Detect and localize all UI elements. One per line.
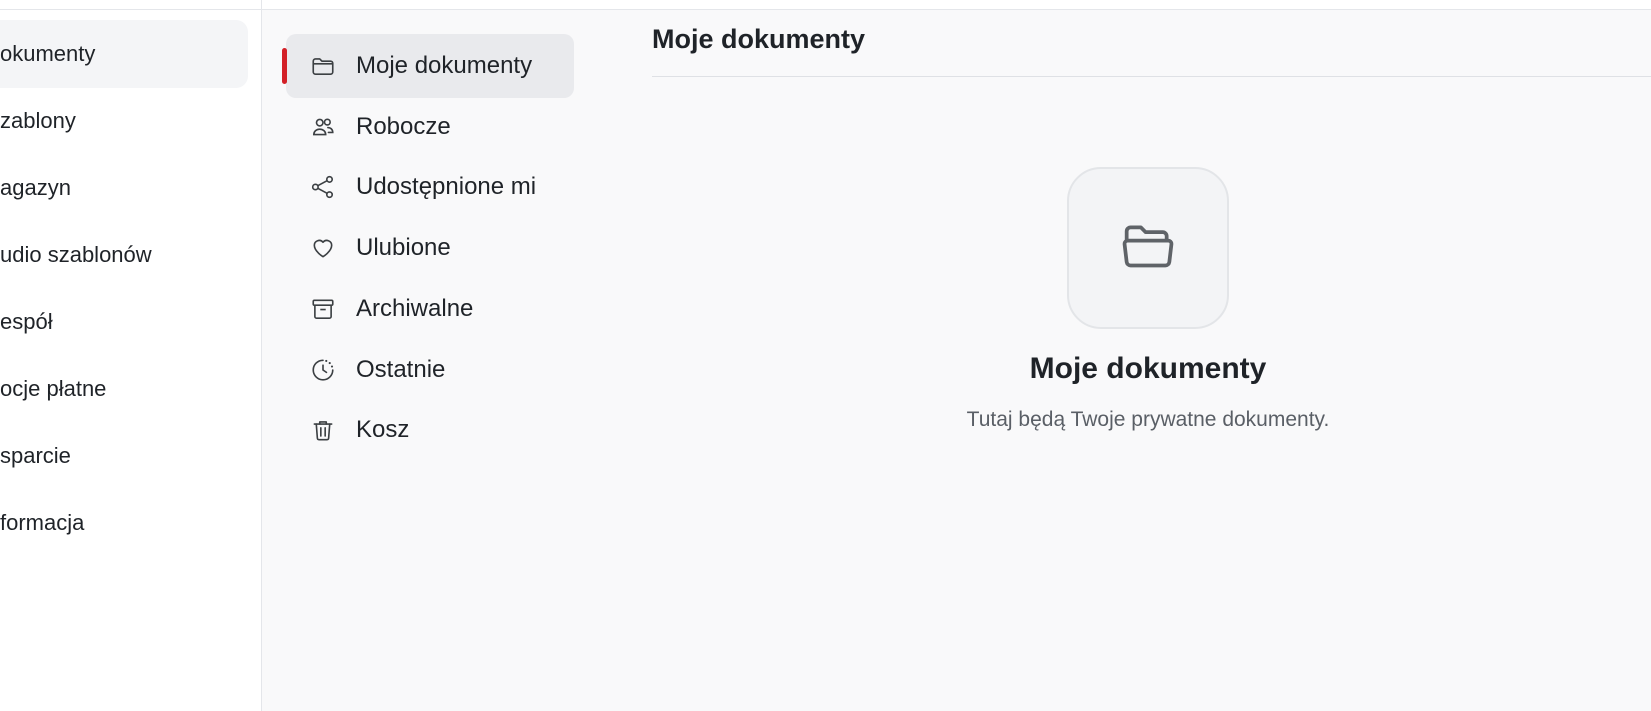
main-nav-label: formacja — [0, 510, 85, 535]
main-nav-item-information[interactable]: formacja — [0, 489, 248, 557]
sub-nav-item-my-documents[interactable]: Moje dokumenty — [282, 34, 574, 98]
main-nav-item-paid-options[interactable]: ocje płatne — [0, 355, 248, 423]
main-nav-label: okumenty — [0, 41, 96, 66]
top-border — [0, 0, 1651, 10]
sub-nav-label: Moje dokumenty — [356, 52, 533, 79]
sub-nav-label: Ulubione — [356, 234, 451, 261]
page-title: Moje dokumenty — [652, 24, 866, 54]
main-nav-label: udio szablonów — [0, 242, 152, 267]
main-nav-label: sparcie — [0, 443, 71, 468]
sub-nav-label: Robocze — [356, 113, 451, 140]
divider — [261, 0, 262, 10]
trash-icon — [310, 417, 336, 443]
divider — [652, 76, 1651, 77]
folder-icon — [310, 53, 336, 79]
users-icon — [310, 114, 336, 140]
sub-nav-label: Udostępnione mi — [356, 173, 537, 200]
sub-nav-item-recent[interactable]: Ostatnie — [286, 338, 574, 402]
share-icon — [310, 174, 336, 200]
empty-state-description: Tutaj będą Twoje prywatne dokumenty. — [966, 408, 1330, 431]
active-indicator — [282, 48, 287, 84]
archive-icon — [310, 296, 336, 322]
empty-state-tile — [1067, 167, 1229, 329]
main-nav-label: ocje płatne — [0, 376, 107, 401]
sub-nav-item-shared-with-me[interactable]: Udostępnione mi — [286, 155, 574, 219]
sub-nav-label: Ostatnie — [356, 356, 446, 383]
content-area: Moje dokumenty Robocze Udostępnione mi U… — [262, 10, 1651, 711]
sub-nav-item-favorites[interactable]: Ulubione — [286, 216, 574, 280]
sub-nav-item-archived[interactable]: Archiwalne — [286, 277, 574, 341]
main-nav-item-template-studio[interactable]: udio szablonów — [0, 221, 248, 289]
main-nav-item-storage[interactable]: agazyn — [0, 154, 248, 222]
sub-nav-label: Kosz — [356, 416, 410, 443]
sub-nav-item-drafts[interactable]: Robocze — [286, 95, 574, 159]
empty-state-title: Moje dokumenty — [1029, 352, 1267, 385]
main-nav-label: espół — [0, 309, 53, 334]
heart-icon — [310, 235, 336, 261]
sub-nav-item-trash[interactable]: Kosz — [286, 398, 574, 462]
main-nav-item-templates[interactable]: zablony — [0, 87, 248, 155]
main-nav-item-support[interactable]: sparcie — [0, 422, 248, 490]
main-nav-label: agazyn — [0, 175, 71, 200]
clock-icon — [310, 357, 336, 383]
app-window: okumenty zablony agazyn udio szablonów e… — [0, 0, 1651, 711]
main-nav-item-documents[interactable]: okumenty — [0, 20, 248, 88]
main-nav-label: zablony — [0, 108, 76, 133]
sub-nav-label: Archiwalne — [356, 295, 474, 322]
main-nav-item-team[interactable]: espół — [0, 288, 248, 356]
main-sidebar: okumenty zablony agazyn udio szablonów e… — [0, 10, 262, 711]
folder-open-icon — [1116, 214, 1180, 283]
